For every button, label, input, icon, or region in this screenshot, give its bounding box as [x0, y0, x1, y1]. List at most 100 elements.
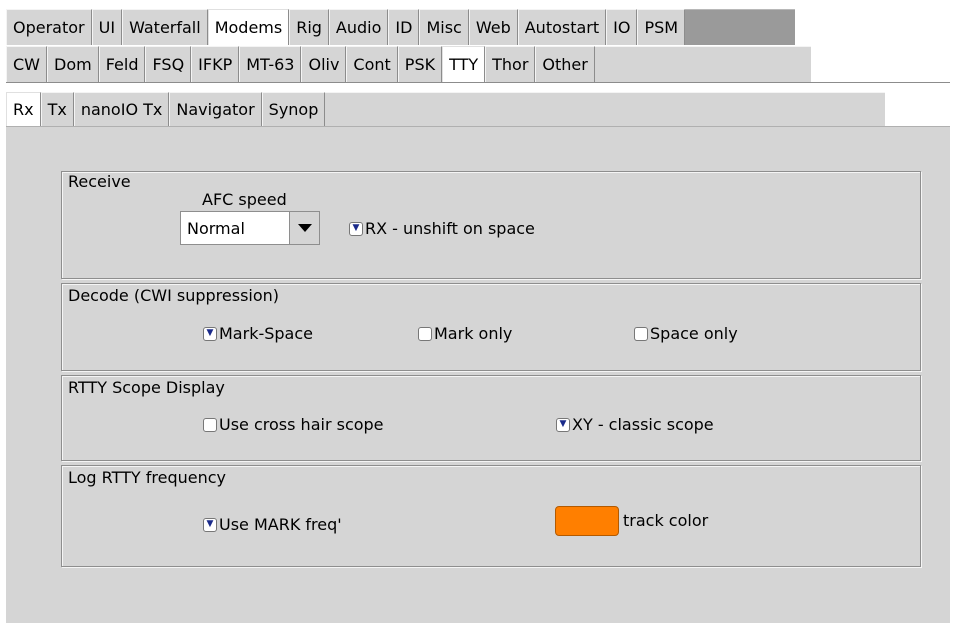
cross-hair-scope-checkbox[interactable]: Use cross hair scope [203, 415, 384, 434]
tab-label: Other [542, 55, 588, 74]
tab-thor[interactable]: Thor [485, 46, 536, 82]
track-color-label: track color [623, 511, 709, 530]
tab-operator[interactable]: Operator [6, 9, 92, 45]
tab-psk[interactable]: PSK [397, 46, 443, 82]
tabs-level3: Rx Tx nanoIO Tx Navigator Synop [6, 92, 886, 126]
afc-speed-label: AFC speed [202, 190, 287, 209]
tab-misc[interactable]: Misc [419, 9, 469, 45]
receive-group: Receive AFC speed Normal ▼ RX - unshift … [61, 171, 921, 279]
tab-rig[interactable]: Rig [289, 9, 329, 45]
mark-only-checkbox[interactable]: Mark only [418, 324, 512, 343]
tab-waterfall[interactable]: Waterfall [122, 9, 208, 45]
tab-label: Autostart [524, 18, 600, 37]
tab-label: Misc [426, 18, 462, 37]
tab-synop[interactable]: Synop [261, 92, 326, 126]
tab-label: Audio [335, 18, 382, 37]
tab-io[interactable]: IO [606, 9, 638, 45]
rx-settings-panel: Receive AFC speed Normal ▼ RX - unshift … [6, 126, 950, 623]
tab-label: Operator [13, 18, 85, 37]
tab-autostart[interactable]: Autostart [517, 9, 607, 45]
log-frequency-group: Log RTTY frequency ▼ Use MARK freq' trac… [61, 465, 921, 567]
tab-label: FSQ [152, 55, 185, 74]
xy-classic-scope-checkbox[interactable]: ▼ XY - classic scope [556, 415, 714, 434]
tab-label: PSK [404, 55, 436, 74]
tab-navigator[interactable]: Navigator [169, 92, 262, 126]
tab-fsq[interactable]: FSQ [145, 46, 192, 82]
tab-label: TTY [449, 55, 479, 74]
tabs-level2: CW Dom Feld FSQ IFKP MT-63 Oliv Cont PSK… [6, 46, 811, 82]
group-title: Log RTTY frequency [68, 468, 226, 487]
tab-feld[interactable]: Feld [98, 46, 146, 82]
use-mark-freq-checkbox[interactable]: ▼ Use MARK freq' [203, 515, 342, 534]
tab-label: Cont [353, 55, 391, 74]
tab-label: Tx [47, 100, 67, 119]
tab-label: IFKP [198, 55, 233, 74]
tab-ifkp[interactable]: IFKP [191, 46, 240, 82]
tab-label: nanoIO Tx [80, 100, 163, 119]
group-title: Receive [68, 172, 131, 191]
tab-rx[interactable]: Rx [6, 92, 41, 126]
space-only-checkbox[interactable]: Space only [634, 324, 738, 343]
group-title: Decode (CWI suppression) [68, 286, 280, 305]
unshift-on-space-checkbox[interactable]: ▼ RX - unshift on space [349, 219, 535, 238]
scope-display-group: RTTY Scope Display Use cross hair scope … [61, 375, 921, 461]
tab-psm[interactable]: PSM [637, 9, 686, 45]
tab-divider [6, 82, 950, 83]
check-icon: ▼ [203, 517, 217, 532]
tab-cont[interactable]: Cont [346, 46, 398, 82]
tabs-level1: Operator UI Waterfall Modems Rig Audio I… [6, 9, 796, 45]
checkbox-empty-icon [418, 326, 432, 341]
mark-space-checkbox[interactable]: ▼ Mark-Space [203, 324, 313, 343]
tab-tty[interactable]: TTY [442, 46, 486, 82]
checkbox-empty-icon [203, 417, 217, 432]
tab-oliv[interactable]: Oliv [301, 46, 347, 82]
afc-speed-dropdown[interactable]: Normal [180, 211, 320, 245]
group-title: RTTY Scope Display [68, 378, 225, 397]
tab-other[interactable]: Other [535, 46, 595, 82]
check-icon: ▼ [203, 326, 217, 341]
checkbox-label: Space only [650, 324, 738, 343]
tab-label: Waterfall [129, 18, 201, 37]
checkbox-empty-icon [634, 326, 648, 341]
tab-web[interactable]: Web [468, 9, 518, 45]
preferences-window: Operator UI Waterfall Modems Rig Audio I… [0, 0, 956, 623]
check-icon: ▼ [349, 221, 363, 236]
checkbox-label: Use cross hair scope [219, 415, 384, 434]
tab-label: Navigator [176, 100, 255, 119]
tab-ui[interactable]: UI [91, 9, 123, 45]
tab-label: MT-63 [246, 55, 295, 74]
checkbox-label: Mark-Space [219, 324, 313, 343]
tab-bar-filler [685, 9, 796, 45]
tab-audio[interactable]: Audio [328, 9, 389, 45]
checkbox-label: XY - classic scope [572, 415, 714, 434]
tab-label: Rx [13, 100, 34, 119]
tab-modems[interactable]: Modems [207, 9, 290, 45]
tab-label: Feld [105, 55, 139, 74]
chevron-down-icon[interactable] [289, 212, 319, 244]
tab-label: CW [13, 55, 40, 74]
tab-label: Web [475, 18, 511, 37]
tab-nanoio-tx[interactable]: nanoIO Tx [73, 92, 170, 126]
tab-label: Thor [492, 55, 529, 74]
tab-id[interactable]: ID [388, 9, 420, 45]
tab-label: PSM [644, 18, 679, 37]
tab-dom[interactable]: Dom [47, 46, 99, 82]
tab-cw[interactable]: CW [6, 46, 47, 82]
tab-label: UI [98, 18, 116, 37]
afc-speed-value: Normal [181, 212, 289, 244]
tab-bar-filler [325, 92, 886, 126]
tab-tx[interactable]: Tx [40, 92, 74, 126]
decode-group: Decode (CWI suppression) ▼ Mark-Space Ma… [61, 283, 921, 371]
tab-label: Synop [268, 100, 319, 119]
check-icon: ▼ [556, 417, 570, 432]
tab-mt63[interactable]: MT-63 [239, 46, 302, 82]
track-color-button[interactable] [555, 506, 619, 536]
tab-label: Oliv [308, 55, 340, 74]
tab-label: Rig [296, 18, 322, 37]
checkbox-label: RX - unshift on space [365, 219, 535, 238]
tab-label: Dom [54, 55, 92, 74]
tab-bar-filler [594, 46, 811, 82]
checkbox-label: Use MARK freq' [219, 515, 342, 534]
tab-label: ID [395, 18, 413, 37]
checkbox-label: Mark only [434, 324, 513, 343]
